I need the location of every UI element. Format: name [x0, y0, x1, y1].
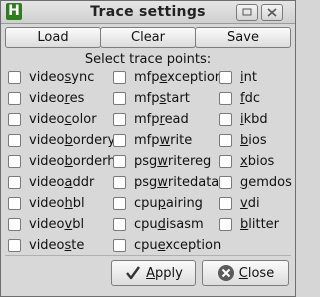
trace-option-label: videores	[29, 91, 85, 106]
trace-option-label: bios	[240, 133, 267, 148]
checkbox[interactable]	[113, 92, 126, 105]
maximize-icon	[242, 8, 252, 16]
checkbox[interactable]	[113, 134, 126, 147]
trace-option[interactable]: videoborderh	[8, 151, 115, 172]
trace-option[interactable]: cpupairing	[113, 193, 223, 214]
clear-button[interactable]: Clear	[100, 27, 196, 48]
trace-option[interactable]: blitter	[219, 214, 292, 235]
checkbox[interactable]	[219, 197, 232, 210]
close-window-button[interactable]	[261, 4, 283, 21]
checkbox[interactable]	[8, 176, 21, 189]
trace-option-label: mfpread	[134, 112, 189, 127]
trace-option-label: fdc	[240, 91, 260, 106]
apply-button[interactable]: Apply	[111, 260, 196, 286]
trace-option-label: psgwritedata	[134, 175, 220, 190]
load-button[interactable]: Load	[5, 27, 101, 48]
checkbox[interactable]	[219, 218, 232, 231]
trace-column-1: videosync videores videocolor videobordery v…	[8, 67, 115, 256]
trace-option[interactable]: videobordery	[8, 130, 115, 151]
checkbox[interactable]	[219, 134, 232, 147]
checkbox[interactable]	[219, 92, 232, 105]
trace-option[interactable]: fdc	[219, 88, 292, 109]
trace-option[interactable]: videoaddr	[8, 172, 115, 193]
maximize-button[interactable]	[236, 4, 258, 21]
trace-option-label: xbios	[240, 154, 275, 169]
trace-option-label: cpupairing	[134, 196, 203, 211]
checkbox[interactable]	[113, 176, 126, 189]
trace-option-label: ikbd	[240, 112, 268, 127]
trace-option[interactable]: videocolor	[8, 109, 115, 130]
trace-option[interactable]: psgwritedata	[113, 172, 223, 193]
checkmark-icon	[126, 266, 141, 280]
trace-option[interactable]: mfpread	[113, 109, 223, 130]
checkbox[interactable]	[8, 218, 21, 231]
close-button[interactable]: Close	[202, 260, 289, 286]
trace-option-label: videoaddr	[29, 175, 95, 190]
trace-option[interactable]: videovbl	[8, 214, 115, 235]
trace-option-label: videohbl	[29, 196, 85, 211]
checkbox[interactable]	[8, 197, 21, 210]
close-icon	[267, 8, 277, 17]
checkbox[interactable]	[113, 155, 126, 168]
trace-option-label: videocolor	[29, 112, 97, 127]
trace-option[interactable]: mfpexception	[113, 67, 223, 88]
trace-option-label: cpuexception	[134, 238, 222, 253]
checkbox[interactable]	[8, 155, 21, 168]
trace-option-label: videovbl	[29, 217, 85, 232]
trace-option[interactable]: videoste	[8, 235, 115, 256]
trace-option[interactable]: cpuexception	[113, 235, 223, 256]
trace-option[interactable]: ikbd	[219, 109, 292, 130]
trace-option-label: videoborderh	[29, 154, 116, 169]
trace-option-label: blitter	[240, 217, 280, 232]
trace-option-label: videobordery	[29, 133, 116, 148]
trace-option-label: psgwritereg	[134, 154, 212, 169]
select-trace-points-label: Select trace points:	[84, 52, 212, 67]
trace-column-3: int fdc ikbd bios xbios gemdos vdi blitter	[219, 67, 292, 235]
trace-option[interactable]: videores	[8, 88, 115, 109]
checkbox[interactable]	[113, 71, 126, 84]
trace-option[interactable]: vdi	[219, 193, 292, 214]
trace-option[interactable]: videosync	[8, 67, 115, 88]
divider	[5, 255, 291, 256]
trace-option-label: cpudisasm	[134, 217, 204, 232]
checkbox[interactable]	[219, 71, 232, 84]
trace-settings-window: H Trace settings Load Clear Save Select …	[0, 0, 296, 297]
checkbox[interactable]	[8, 134, 21, 147]
trace-option-label: videoste	[29, 238, 85, 253]
trace-column-2: mfpexception mfpstart mfpread mfpwrite psgwr…	[113, 67, 223, 256]
trace-option[interactable]: xbios	[219, 151, 292, 172]
trace-option[interactable]: videohbl	[8, 193, 115, 214]
checkbox[interactable]	[113, 239, 126, 252]
trace-option-label: mfpexception	[134, 70, 224, 85]
trace-option-label: gemdos	[240, 175, 292, 190]
trace-option-label: mfpwrite	[134, 133, 193, 148]
checkbox[interactable]	[219, 155, 232, 168]
trace-option[interactable]: cpudisasm	[113, 214, 223, 235]
checkbox[interactable]	[8, 113, 21, 126]
save-button[interactable]: Save	[195, 27, 291, 48]
close-label: Close	[238, 265, 275, 281]
checkbox[interactable]	[219, 176, 232, 189]
trace-option[interactable]: int	[219, 67, 292, 88]
trace-option[interactable]: mfpstart	[113, 88, 223, 109]
trace-option[interactable]: bios	[219, 130, 292, 151]
checkbox[interactable]	[8, 71, 21, 84]
trace-option[interactable]: psgwritereg	[113, 151, 223, 172]
checkbox[interactable]	[8, 239, 21, 252]
trace-option-label: vdi	[240, 196, 260, 211]
trace-option[interactable]: gemdos	[219, 172, 292, 193]
checkbox[interactable]	[113, 197, 126, 210]
trace-option[interactable]: mfpwrite	[113, 130, 223, 151]
trace-option-label: int	[240, 70, 257, 85]
title-bar[interactable]: H Trace settings	[1, 1, 295, 24]
checkbox[interactable]	[219, 113, 232, 126]
trace-option-label: videosync	[29, 70, 95, 85]
checkbox[interactable]	[8, 92, 21, 105]
apply-label: Apply	[146, 265, 183, 281]
checkbox[interactable]	[113, 113, 126, 126]
close-icon	[217, 265, 234, 281]
checkbox[interactable]	[113, 218, 126, 231]
trace-option-label: mfpstart	[134, 91, 190, 106]
